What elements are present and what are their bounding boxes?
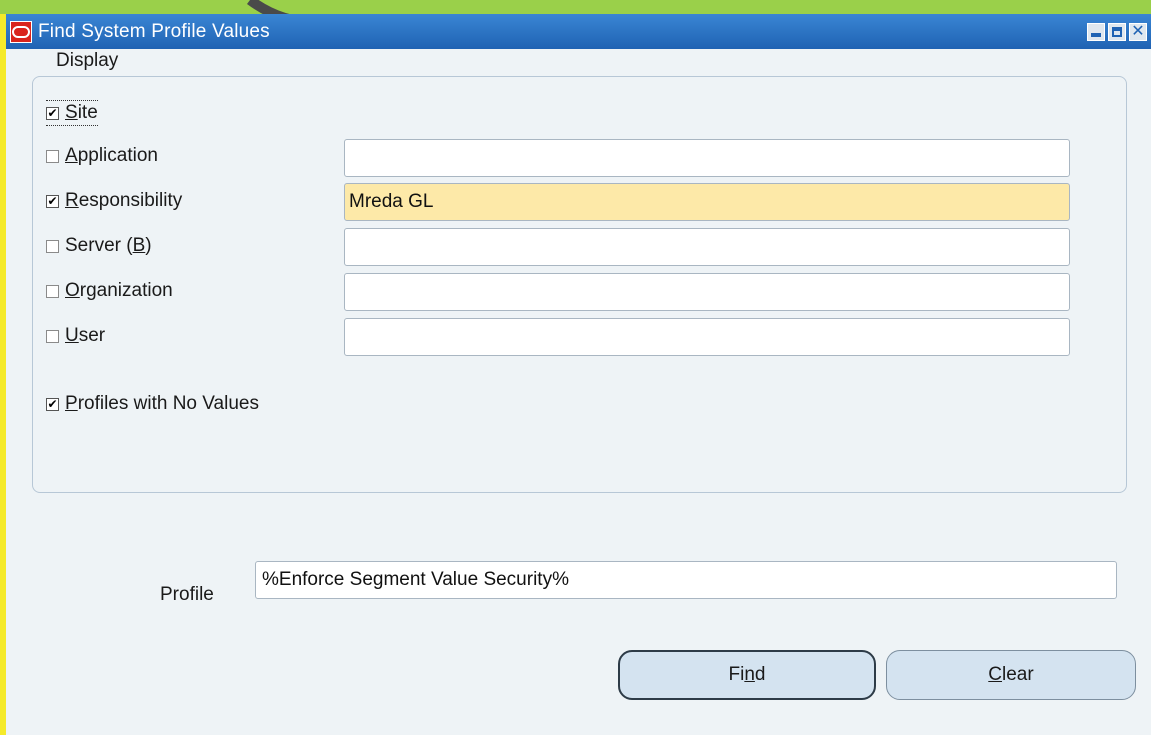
checkmark-icon[interactable]: ✔ (46, 194, 59, 208)
server-field[interactable] (344, 228, 1070, 266)
close-icon[interactable]: ✕ (1129, 22, 1147, 41)
organization-field[interactable] (344, 273, 1070, 311)
checkmark-icon[interactable]: ✔ (46, 397, 59, 411)
organization-checkbox[interactable]: Organization (46, 280, 173, 302)
application-field[interactable] (344, 139, 1070, 177)
user-label: User (65, 325, 106, 346)
application-label: Application (65, 145, 158, 166)
responsibility-label: Responsibility (65, 190, 183, 211)
oracle-icon (10, 20, 32, 43)
responsibility-checkbox[interactable]: ✔ Responsibility (46, 190, 182, 212)
responsibility-field[interactable]: Mreda GL (344, 183, 1070, 221)
profile-label: Profile (160, 584, 214, 605)
window-title: Find System Profile Values (38, 20, 270, 42)
title-bar: Find System Profile Values ✕ (6, 14, 1151, 49)
profiles-no-values-checkbox[interactable]: ✔ Profiles with No Values (46, 393, 259, 415)
profile-field[interactable]: %Enforce Segment Value Security% (255, 561, 1117, 599)
clear-button[interactable]: Clear (886, 650, 1136, 700)
find-button[interactable]: Fi n d (618, 650, 876, 700)
application-checkbox[interactable]: Application (46, 145, 158, 167)
site-label: Site (65, 102, 98, 123)
find-profile-window: Find System Profile Values ✕ (0, 14, 1151, 735)
user-field[interactable] (344, 318, 1070, 356)
maximize-icon[interactable] (1108, 22, 1126, 41)
site-checkbox[interactable]: ✔ Site (46, 100, 98, 126)
minimize-icon[interactable] (1087, 22, 1105, 41)
profiles-no-values-label: Profiles with No Values (65, 393, 259, 414)
server-checkbox[interactable]: Server (B) (46, 235, 152, 257)
user-checkbox[interactable]: User (46, 325, 105, 347)
organization-label: Organization (65, 280, 173, 301)
display-legend: Display (50, 50, 125, 72)
checkmark-icon[interactable]: ✔ (46, 106, 59, 120)
server-label: Server (B) (65, 235, 152, 256)
